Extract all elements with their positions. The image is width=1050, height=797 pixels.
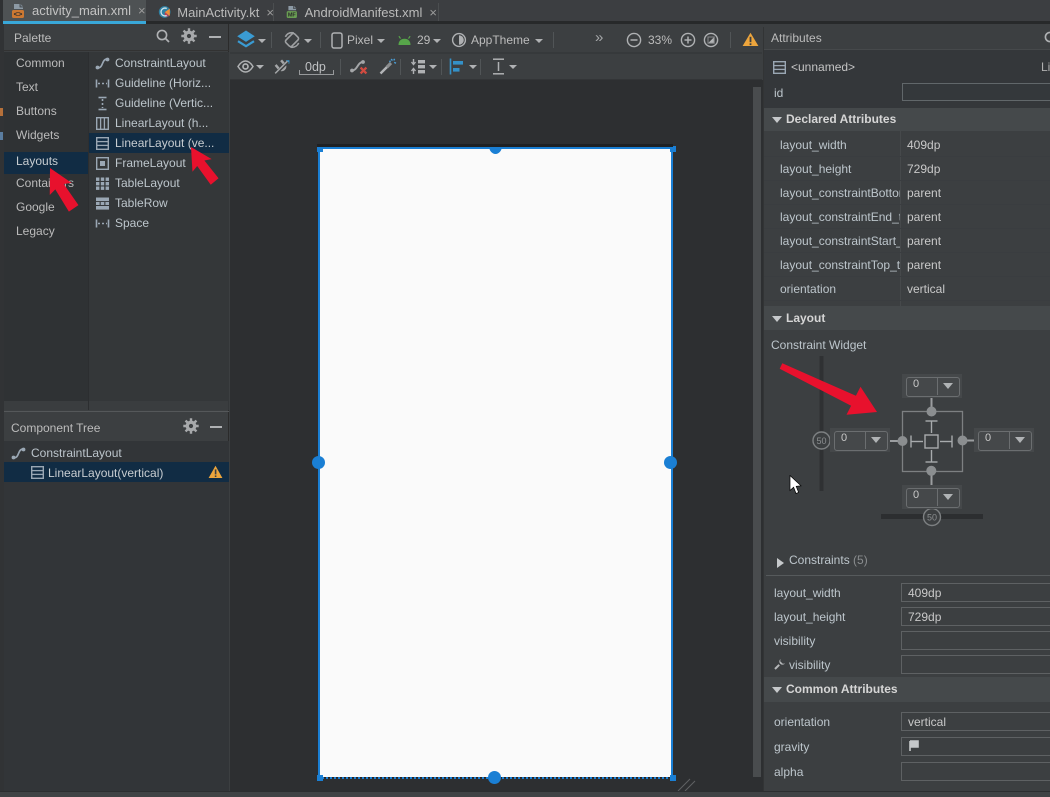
- svg-text:50: 50: [927, 513, 937, 523]
- svg-text:50: 50: [816, 436, 826, 446]
- svg-text:MF: MF: [288, 12, 297, 18]
- svg-text:<>: <>: [14, 9, 23, 18]
